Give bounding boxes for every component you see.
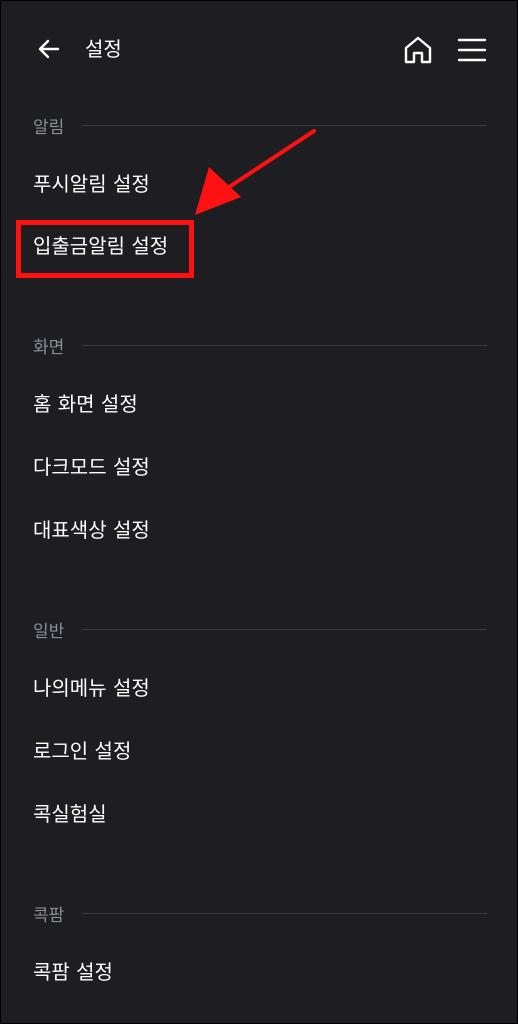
section-label: 일반	[33, 621, 65, 642]
menu-item-kok-lab[interactable]: 콕실험실	[33, 797, 107, 831]
home-button[interactable]	[401, 33, 435, 67]
page-title: 설정	[85, 37, 122, 61]
section-header-kokfarm: 콕팜	[33, 901, 487, 926]
section-label: 콕팜	[33, 905, 65, 926]
section-header-general: 일반	[33, 617, 487, 642]
hamburger-menu-icon	[457, 38, 487, 62]
menu-item-login-settings[interactable]: 로그인 설정	[33, 734, 131, 768]
back-button[interactable]	[33, 33, 65, 65]
menu-button[interactable]	[455, 33, 489, 67]
settings-screen: 설정 알림 푸시알림 설정 입출금알림 설정 화면 홈 화면 설정 다크모드 설…	[0, 0, 518, 1024]
section-label: 화면	[33, 337, 65, 358]
menu-item-dark-mode-settings[interactable]: 다크모드 설정	[33, 450, 150, 484]
section-header-display: 화면	[33, 333, 487, 358]
section-label: 알림	[33, 117, 65, 138]
menu-item-push-notification-settings[interactable]: 푸시알림 설정	[33, 167, 150, 201]
highlight-box	[16, 220, 194, 278]
red-arrow-icon	[195, 129, 316, 215]
section-divider	[82, 628, 487, 630]
home-icon	[404, 36, 432, 64]
section-divider	[82, 344, 487, 346]
menu-item-home-screen-settings[interactable]: 홈 화면 설정	[33, 387, 138, 421]
menu-item-kokfarm-settings[interactable]: 콕팜 설정	[33, 955, 113, 989]
top-app-bar: 설정	[1, 1, 517, 97]
arrow-left-icon	[38, 39, 60, 59]
section-divider	[82, 912, 487, 914]
menu-item-my-menu-settings[interactable]: 나의메뉴 설정	[33, 671, 150, 705]
menu-item-theme-color-settings[interactable]: 대표색상 설정	[33, 513, 150, 547]
